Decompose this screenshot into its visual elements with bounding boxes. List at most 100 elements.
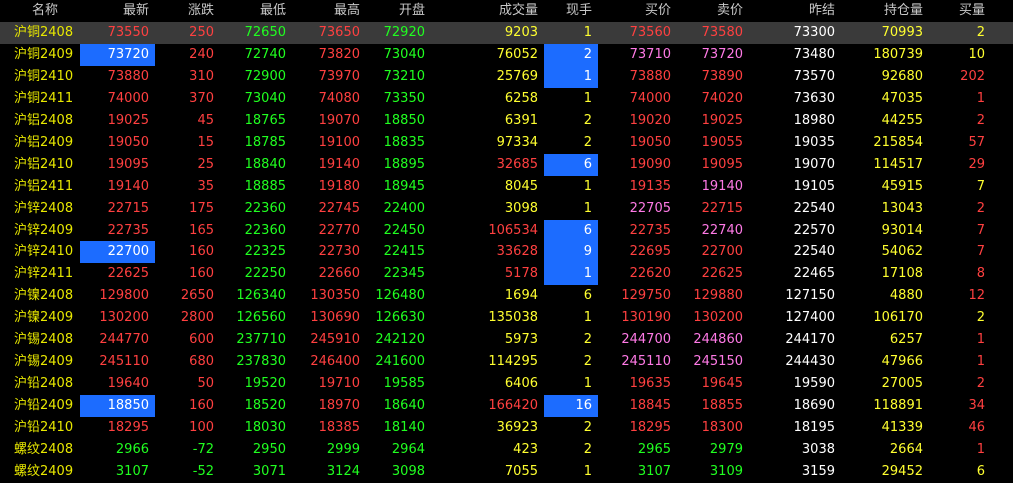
table-row[interactable]: 螺纹2408 2966 -72 2950 2999 2964 423 2 2965 2979 303… <box>0 439 1013 461</box>
cell-high: 22745 <box>318 200 360 216</box>
cell-bid-size: 46 <box>968 420 985 436</box>
cell-open-interest: 118891 <box>873 398 923 414</box>
cell-bid-size: 12 <box>968 288 985 304</box>
cell-open-interest: 17108 <box>881 266 923 282</box>
cell-open-interest: 70993 <box>841 21 929 44</box>
cell-change: 160 <box>189 398 214 414</box>
table-row[interactable]: 沪铅2410 18295 100 18030 18385 18140 36923 2 18295… <box>0 417 1013 439</box>
col-header-name[interactable]: 名称 <box>0 0 80 22</box>
table-row[interactable]: 沪锌2408 22715 175 22360 22745 22400 3098 1 22705 2… <box>0 198 1013 220</box>
cell-prev-settle: 19035 <box>793 134 835 150</box>
cell-name: 沪铝2409 <box>14 134 74 150</box>
cell-open-interest: 2664 <box>889 442 923 458</box>
table-row[interactable]: 沪镍2409 130200 2800 126560 130690 126630 135038… <box>0 307 1013 329</box>
cell-low: 18765 <box>244 112 286 128</box>
cell-ask-size: 6 <box>991 461 1013 483</box>
cell-latest: 19640 <box>107 376 149 392</box>
cell-open: 73210 <box>383 68 425 84</box>
table-row[interactable]: 沪铜2410 73880 310 72900 73970 73210 25769 1 73880… <box>0 65 1013 88</box>
cell-name: 沪锌2410 <box>14 244 74 260</box>
table-row[interactable]: 沪铜2408 73550 250 72650 73650 72920 9203 1 73560 7… <box>0 21 1013 44</box>
col-header-bid[interactable]: 买价 <box>598 0 677 22</box>
col-header-open-interest[interactable]: 持仓量 <box>841 0 929 22</box>
cell-low: 18885 <box>244 178 286 194</box>
cell-bid: 18295 <box>629 420 671 436</box>
cell-high: 19710 <box>318 376 360 392</box>
cell-ask: 22700 <box>701 244 743 260</box>
cell-last-size: 1 <box>583 200 592 216</box>
table-row[interactable]: 沪锌2410 22700 160 22325 22730 22415 33628 9 22695… <box>0 241 1013 264</box>
cell-bid: 19635 <box>629 376 671 392</box>
cell-ask-size: 5 <box>991 154 1013 176</box>
cell-open-interest: 27005 <box>881 376 923 392</box>
col-header-ask[interactable]: 卖价 <box>677 0 749 22</box>
cell-open-interest: 47035 <box>881 90 923 106</box>
table-row[interactable]: 沪锡2408 244770 600 237710 245910 242120 5973 2 24… <box>0 329 1013 351</box>
cell-low: 72740 <box>244 46 286 62</box>
cell-prev-settle: 3159 <box>801 464 835 480</box>
cell-bid-size: 8 <box>976 266 985 282</box>
cell-low: 22360 <box>244 222 286 238</box>
cell-bid-size: 202 <box>960 68 985 84</box>
cell-ask: 129880 <box>693 288 743 304</box>
cell-bid-size: 1 <box>976 90 985 106</box>
cell-high: 73820 <box>318 46 360 62</box>
table-row[interactable]: 沪铝2410 19095 25 18840 19140 18895 32685 6 19090 1… <box>0 153 1013 176</box>
cell-ask-size: 1 <box>991 329 1013 351</box>
cell-bid: 19090 <box>629 156 671 172</box>
table-row[interactable]: 沪铝2408 19025 45 18765 19070 18850 6391 2 19020 19… <box>0 110 1013 132</box>
cell-bid: 3107 <box>637 464 671 480</box>
col-header-ask-size[interactable]: 卖量 <box>991 0 1013 22</box>
col-header-last-size[interactable]: 现手 <box>544 0 598 22</box>
table-row[interactable]: 沪锡2409 245110 680 237830 246400 241600 114295 2… <box>0 351 1013 373</box>
cell-last-size: 2 <box>583 112 592 128</box>
cell-high: 74080 <box>318 90 360 106</box>
col-header-change[interactable]: 涨跌 <box>155 0 220 22</box>
cell-ask-size: 4 <box>991 373 1013 395</box>
cell-low: 73040 <box>244 90 286 106</box>
cell-ask-size: 1 <box>991 351 1013 373</box>
cell-ask: 2979 <box>709 442 743 458</box>
cell-open: 242120 <box>375 332 425 348</box>
cell-low: 18520 <box>244 398 286 414</box>
cell-low: 19520 <box>244 376 286 392</box>
table-row[interactable]: 沪铝2409 19050 15 18785 19100 18835 97334 2 19050 1… <box>0 132 1013 154</box>
table-row[interactable]: 沪铜2411 74000 370 73040 74080 73350 6258 1 74000 7… <box>0 88 1013 110</box>
cell-latest: 19095 <box>107 156 149 172</box>
table-row[interactable]: 沪铜2409 73720 240 72740 73820 73040 76052 2 73710… <box>0 43 1013 66</box>
table-row[interactable]: 沪铝2411 19140 35 18885 19180 18945 8045 1 19135 19… <box>0 176 1013 198</box>
table-row[interactable]: 沪铅2408 19640 50 19520 19710 19585 6406 1 19635 19… <box>0 373 1013 395</box>
cell-open: 19585 <box>383 376 425 392</box>
cell-volume: 97334 <box>496 134 538 150</box>
col-header-low[interactable]: 最低 <box>220 0 292 22</box>
cell-name: 沪铜2410 <box>14 68 74 84</box>
cell-latest: 22625 <box>107 266 149 282</box>
cell-volume: 8045 <box>504 178 538 194</box>
cell-change: 2650 <box>180 288 214 304</box>
cell-ask: 73720 <box>701 46 743 62</box>
cell-name: 沪锡2409 <box>14 354 74 370</box>
cell-latest: 73720 <box>80 43 155 66</box>
table-row[interactable]: 沪镍2408 129800 2650 126340 130350 126480 1694 6 1… <box>0 285 1013 307</box>
col-header-volume[interactable]: 成交量 <box>431 0 544 22</box>
cell-last-size: 1 <box>583 90 592 106</box>
table-row[interactable]: 沪锌2409 22735 165 22360 22770 22450 106534 6 2273… <box>0 219 1013 242</box>
cell-volume: 9203 <box>431 21 544 44</box>
col-header-high[interactable]: 最高 <box>292 0 366 22</box>
col-header-bid-size[interactable]: 买量 <box>929 0 991 22</box>
col-header-prev-settle[interactable]: 昨结 <box>749 0 841 22</box>
cell-volume: 3098 <box>504 200 538 216</box>
cell-latest: 2966 <box>115 442 149 458</box>
cell-prev-settle: 19590 <box>793 376 835 392</box>
cell-high: 19140 <box>318 156 360 172</box>
cell-change: 310 <box>189 68 214 84</box>
col-header-open[interactable]: 开盘 <box>366 0 431 22</box>
cell-low: 72650 <box>220 21 292 44</box>
col-header-latest[interactable]: 最新 <box>80 0 155 22</box>
table-row[interactable]: 沪铅2409 18850 160 18520 18970 18640 166420 16 188… <box>0 395 1013 418</box>
cell-last-size: 1 <box>544 263 598 286</box>
cell-bid-size: 2 <box>976 376 985 392</box>
table-row[interactable]: 螺纹2409 3107 -52 3071 3124 3098 7055 1 3107 3109 31… <box>0 461 1013 483</box>
table-row[interactable]: 沪锌2411 22625 160 22250 22660 22345 5178 1 22620 2… <box>0 263 1013 286</box>
cell-bid: 73710 <box>629 46 671 62</box>
